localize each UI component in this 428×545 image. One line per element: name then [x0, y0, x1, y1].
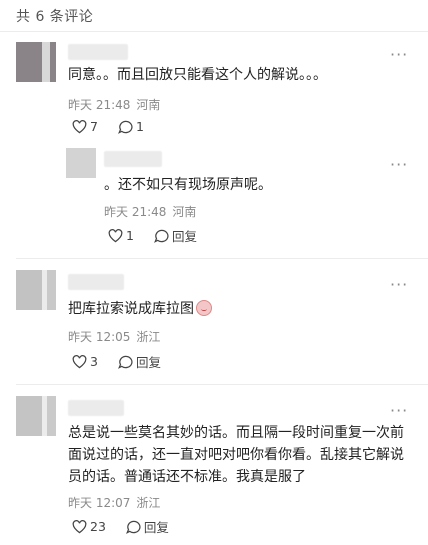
comment-meta: 昨天 12:07 浙江 [68, 494, 166, 511]
like-button[interactable]: 23 [72, 519, 106, 534]
crying-laughing-emoji-icon [196, 300, 212, 316]
comment-text-body: 把库拉索说成库拉图 [68, 301, 194, 317]
comment-text: 同意。。而且回放只能看这个人的解说。。。 [68, 67, 327, 83]
avatar[interactable] [16, 42, 56, 82]
reply-button[interactable]: 回复 [118, 352, 161, 371]
heart-outline-icon [72, 519, 87, 533]
comment-divider [16, 258, 428, 259]
reply-like-count: 1 [126, 228, 134, 243]
comment-divider [16, 384, 428, 385]
heart-outline-icon [72, 354, 87, 368]
comment-location: 浙江 [136, 496, 161, 510]
reply-count: 1 [135, 119, 144, 134]
reply-more-options-icon[interactable]: ··· [390, 157, 408, 173]
reply-username-redacted[interactable] [104, 151, 162, 167]
like-button[interactable]: 3 [72, 354, 98, 369]
heart-outline-icon [72, 119, 87, 133]
reply-meta: 昨天 21:48 河南 [104, 203, 202, 220]
reply-count-button[interactable]: 1 [118, 119, 144, 134]
more-options-icon[interactable]: ··· [390, 277, 408, 293]
username-redacted[interactable] [68, 44, 128, 60]
reply-button[interactable]: 回复 [154, 226, 197, 245]
heart-outline-icon [108, 228, 123, 242]
reply-avatar[interactable] [66, 148, 96, 178]
speech-bubble-icon [154, 229, 169, 243]
like-count: 23 [90, 519, 106, 534]
speech-bubble-icon [125, 520, 141, 534]
comment-count-header: 共 6 条评论 [16, 9, 94, 25]
username-redacted[interactable] [68, 274, 124, 290]
reply-button-label: 回复 [135, 355, 161, 370]
reply-actions: 1 回复 [108, 226, 217, 245]
reply-like-button[interactable]: 1 [108, 228, 134, 243]
more-options-icon[interactable]: ··· [390, 403, 408, 419]
reply-text: 。还不如只有现场原声呢。 [104, 177, 272, 193]
header-divider [0, 31, 428, 32]
speech-bubble-icon [118, 120, 133, 134]
comment-time: 昨天 21:48 [68, 98, 131, 112]
reply-button-label: 回复 [143, 520, 169, 535]
comment-location: 浙江 [136, 330, 161, 344]
comment-meta: 昨天 21:48 河南 [68, 96, 166, 113]
comment-location: 河南 [136, 98, 161, 112]
reply-location: 河南 [172, 205, 197, 219]
reply-button-label: 回复 [171, 229, 197, 244]
like-count: 3 [90, 354, 98, 369]
avatar[interactable] [16, 396, 56, 436]
reply-time: 昨天 21:48 [104, 205, 167, 219]
more-options-icon[interactable]: ··· [390, 47, 408, 63]
like-button[interactable]: 7 [72, 119, 98, 134]
like-count: 7 [90, 119, 98, 134]
comment-text-line-1: 总是说一些莫名其妙的话。而且隔一段时间重复一次前 [68, 425, 404, 441]
username-redacted[interactable] [68, 400, 124, 416]
comment-text-line-3: 员的话。普通话还不标准。我真是服了 [68, 469, 306, 485]
reply-button[interactable]: 回复 [125, 517, 169, 536]
comment-actions: 7 1 [72, 119, 164, 134]
comment-time: 昨天 12:05 [68, 330, 131, 344]
comment-actions: 23 回复 [72, 517, 189, 536]
speech-bubble-icon [118, 355, 133, 369]
comment-time: 昨天 12:07 [68, 496, 131, 510]
comment-actions: 3 回复 [72, 352, 181, 371]
comment-meta: 昨天 12:05 浙江 [68, 328, 166, 345]
comment-text-line-2: 面说过的话，还一直对吧对吧你看你看。乱接其它解说 [68, 447, 404, 463]
comment-text: 把库拉索说成库拉图 [68, 298, 212, 320]
avatar[interactable] [16, 270, 56, 310]
